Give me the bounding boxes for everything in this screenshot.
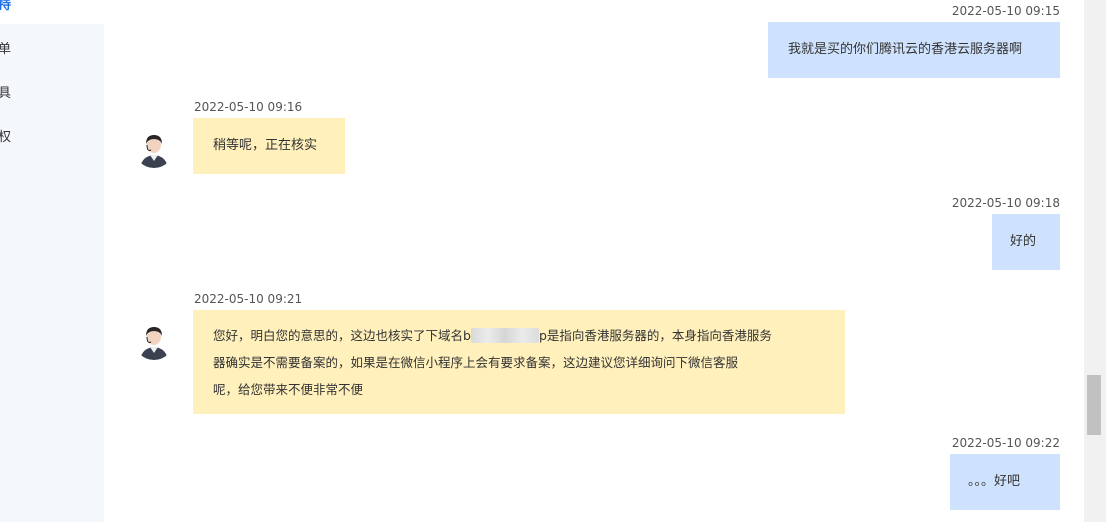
message-line: 呢，给您带来不便非常不便 (213, 382, 364, 397)
redacted-domain (470, 328, 539, 343)
agent-avatar-icon (134, 128, 174, 168)
message-text: 我就是买的你们腾讯云的香港云服务器啊 (788, 42, 1023, 57)
user-message-bubble: 好的 (992, 214, 1060, 270)
message-text: 好的 (1010, 234, 1037, 249)
sidebar-item[interactable]: 单 (0, 38, 11, 57)
message-text: 。。。好吧 (968, 474, 1021, 489)
message-line: 器确实是不需要备案的，如果是在微信小程序上会有要求备案，这边建议您详细询问下微信… (213, 355, 739, 370)
message-timestamp: 2022-05-10 09:22 (951, 436, 1060, 450)
message-timestamp: 2022-05-10 09:18 (951, 196, 1060, 210)
sidebar: 持 单 具 权 (0, 0, 104, 522)
user-message-bubble: 。。。好吧 (950, 454, 1060, 510)
agent-message-bubble: 您好，明白您的意思的，这边也核实了下域名b p是指向香港服务器的，本身指向香港服务… (193, 310, 845, 414)
agent-message-bubble: 稍等呢，正在核实 (193, 118, 345, 174)
scrollbar-thumb[interactable] (1087, 375, 1101, 435)
agent-avatar-icon (134, 320, 174, 360)
message-timestamp: 2022-05-10 09:16 (194, 100, 303, 114)
chat-panel: 2022-05-10 09:15 我就是买的你们腾讯云的香港云服务器啊 2022… (104, 0, 1084, 522)
user-message-bubble: 我就是买的你们腾讯云的香港云服务器啊 (768, 22, 1060, 78)
scrollbar-track[interactable] (1084, 0, 1106, 522)
message-timestamp: 2022-05-10 09:21 (194, 292, 303, 306)
message-timestamp: 2022-05-10 09:15 (951, 4, 1060, 18)
sidebar-active-highlight (0, 0, 104, 24)
message-line: 您好，明白您的意思的，这边也核实了下域名b p是指向香港服务器的，本身指向香港服务 (213, 322, 825, 349)
sidebar-item[interactable]: 具 (0, 82, 11, 101)
sidebar-item[interactable]: 权 (0, 126, 11, 145)
message-text: 稍等呢，正在核实 (213, 138, 318, 153)
sidebar-item-active[interactable]: 持 (0, 0, 11, 13)
message-text: p是指向香港服务器的，本身指向香港服务 (538, 328, 772, 343)
message-text: 您好，明白您的意思的，这边也核实了下域名b (213, 328, 471, 343)
